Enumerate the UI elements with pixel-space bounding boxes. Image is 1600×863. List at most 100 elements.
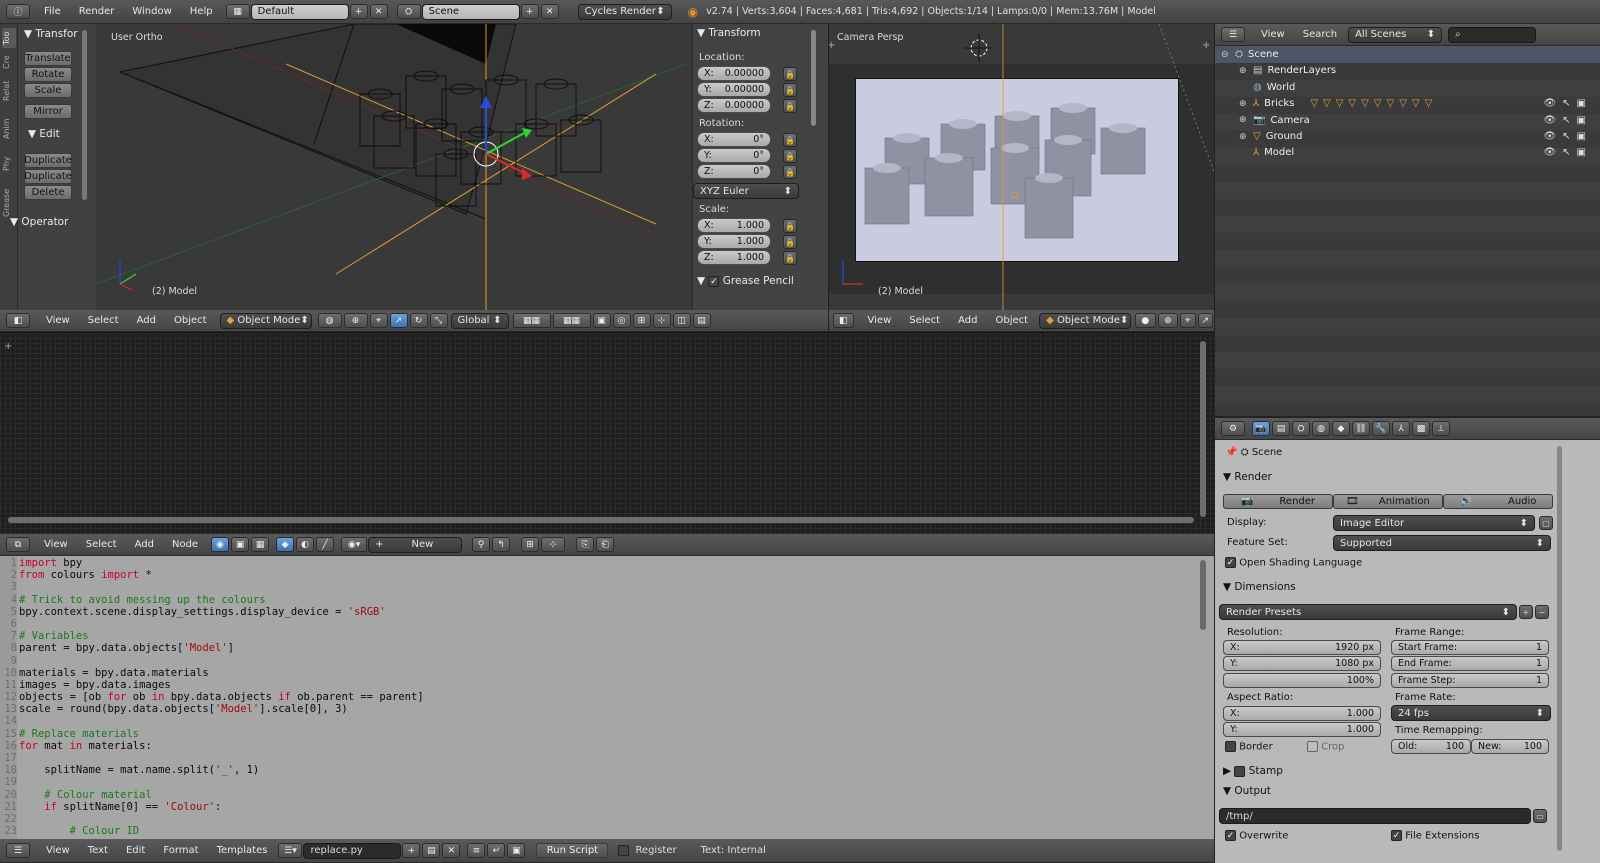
- render-toggle-icon[interactable]: ▣: [1577, 131, 1586, 142]
- code-line[interactable]: 15 # Replace materials: [0, 728, 1195, 740]
- layers-icon[interactable]: ▦▦: [512, 313, 551, 328]
- view-menu[interactable]: View: [35, 539, 77, 550]
- display-mode-dropdown[interactable]: All Scenes ⬍: [1348, 26, 1443, 43]
- time-remap-new-field[interactable]: New: 100: [1471, 739, 1549, 754]
- location-z-field[interactable]: Z: 0.00000: [697, 98, 771, 113]
- syntax-highlight-toggle-icon[interactable]: ▣: [507, 843, 526, 858]
- stamp-checkbox[interactable]: [1234, 765, 1246, 777]
- copy-nodes-icon[interactable]: ⎘: [576, 537, 595, 552]
- texture-context-icon[interactable]: ▩: [1412, 421, 1430, 436]
- pivot-point-icon[interactable]: ⊕: [1157, 313, 1179, 328]
- node-editor-hscrollbar[interactable]: [8, 517, 1194, 523]
- aspect-y-field[interactable]: Y: 1.000: [1223, 722, 1381, 737]
- tab-animation[interactable]: Anim: [2, 114, 16, 144]
- code-line[interactable]: 13 scale = round(bpy.data.objects['Model'…: [0, 703, 1195, 715]
- object-menu[interactable]: Object: [986, 315, 1037, 326]
- file-extensions-row[interactable]: ✓ File Extensions: [1391, 830, 1479, 842]
- code-line[interactable]: 10 materials = bpy.data.materials: [0, 667, 1195, 679]
- register-checkbox[interactable]: [618, 845, 630, 856]
- lock-icon[interactable]: 🔒: [783, 251, 797, 265]
- code-line[interactable]: 8 parent = bpy.data.objects['Model']: [0, 642, 1195, 654]
- expand-toggle-icon[interactable]: ⊕: [1239, 99, 1251, 109]
- code-line[interactable]: 16 for mat in materials:: [0, 740, 1195, 752]
- world-shader-icon[interactable]: ◐: [296, 537, 315, 552]
- eye-icon[interactable]: 👁: [1543, 147, 1556, 158]
- code-line[interactable]: 12 objects = [ob for ob in bpy.data.objec…: [0, 691, 1195, 703]
- scale-y-field[interactable]: Y: 1.000: [697, 234, 771, 249]
- n-panel-scrollbar[interactable]: [811, 30, 816, 126]
- outliner-item[interactable]: ◍ World: [1215, 79, 1600, 96]
- area-split-plus-icon-right[interactable]: +: [1202, 40, 1210, 51]
- file-extensions-checkbox[interactable]: ✓: [1391, 830, 1402, 841]
- tab-physics[interactable]: Phy: [2, 149, 16, 179]
- world-context-icon[interactable]: ◍: [1312, 421, 1330, 436]
- physics-context-icon[interactable]: ⟂: [1432, 421, 1450, 436]
- snap-element-icon[interactable]: ⊹: [541, 537, 566, 552]
- viewport-shading-icon[interactable]: ◍: [317, 313, 342, 328]
- text-filename-field[interactable]: replace.py: [303, 842, 402, 859]
- text-editor-scrollbar[interactable]: [1200, 560, 1206, 630]
- animation-button[interactable]: 🎞 Animation: [1333, 494, 1443, 509]
- search-menu[interactable]: Search: [1294, 29, 1346, 40]
- grease-pencil-checkbox[interactable]: ✓: [708, 275, 720, 287]
- tab-create[interactable]: Cre: [2, 51, 16, 73]
- modifiers-context-icon[interactable]: 🔧: [1372, 421, 1390, 436]
- proportional-edit-icon[interactable]: ◎: [612, 313, 631, 328]
- outliner-search-input[interactable]: ⌕: [1448, 26, 1537, 43]
- transform-orientation-dropdown[interactable]: Global ⬍: [450, 312, 509, 329]
- location-x-field[interactable]: X: 0.00000: [697, 66, 771, 81]
- remove-preset-icon[interactable]: −: [1535, 605, 1549, 619]
- select-menu[interactable]: Select: [900, 315, 949, 326]
- pin-icon[interactable]: ⚲: [472, 537, 491, 552]
- area-split-plus-icon[interactable]: +: [4, 341, 12, 352]
- scene-field[interactable]: Scene: [421, 3, 520, 20]
- scale-manipulator-icon[interactable]: ⤡: [429, 313, 448, 328]
- lock-icon[interactable]: 🔒: [783, 149, 797, 163]
- code-line[interactable]: 23 # Colour ID: [0, 825, 1195, 837]
- rotation-x-field[interactable]: X: 0°: [697, 132, 771, 147]
- area-split-plus-icon[interactable]: +: [829, 40, 835, 51]
- object-mode-dropdown[interactable]: ◆ Object Mode ⬍: [219, 312, 312, 329]
- outliner[interactable]: ⊖ ⛭ Scene ⊕ ▤ RenderLayers ◍ World ⊕ ⅄ Bricks ▽▽▽▽▽…: [1214, 46, 1600, 418]
- edit-panel-header[interactable]: ▼ Edit: [28, 128, 60, 140]
- outliner-item[interactable]: ⊕ 📷 Camera 👁 ↖ ▣: [1215, 112, 1600, 129]
- border-checkbox[interactable]: [1225, 741, 1236, 752]
- code-line[interactable]: 3: [0, 581, 1195, 593]
- time-remap-old-field[interactable]: Old: 100: [1391, 739, 1471, 754]
- scene-icon[interactable]: ⛭: [396, 4, 421, 19]
- eye-icon[interactable]: 👁: [1543, 131, 1556, 142]
- code-line[interactable]: 11 images = bpy.data.images: [0, 679, 1195, 691]
- render-still-icon[interactable]: ◫: [672, 313, 691, 328]
- code-line[interactable]: 22: [0, 813, 1195, 825]
- translate-button[interactable]: Translate: [24, 51, 72, 66]
- scale-button[interactable]: Scale: [24, 83, 72, 98]
- menu-file[interactable]: File: [35, 6, 70, 17]
- duplicate-linked-button[interactable]: Duplicate: [24, 169, 72, 184]
- code-line[interactable]: 5 bpy.context.scene.display_settings.disp…: [0, 606, 1195, 618]
- rotation-mode-dropdown[interactable]: XYZ Euler ⬍: [693, 183, 799, 199]
- new-material-button[interactable]: + New: [368, 536, 463, 553]
- linestyle-shader-icon[interactable]: ╱: [316, 537, 335, 552]
- node-menu[interactable]: Node: [163, 539, 207, 550]
- render-toggle-icon[interactable]: ▣: [1577, 98, 1586, 109]
- outliner-item[interactable]: ⊖ ⛭ Scene: [1215, 46, 1600, 63]
- menu-help[interactable]: Help: [181, 6, 222, 17]
- aspect-x-field[interactable]: X: 1.000: [1223, 706, 1381, 721]
- lock-icon[interactable]: 🔒: [783, 67, 797, 81]
- outliner-item[interactable]: ⊕ ▽ Ground 👁 ↖ ▣: [1215, 128, 1600, 145]
- output-path-field[interactable]: /tmp/: [1219, 808, 1531, 824]
- code-line[interactable]: 19: [0, 776, 1195, 788]
- outliner-item[interactable]: ⊕ ⅄ Bricks ▽▽▽▽▽▽▽▽▽▽ 👁 ↖ ▣: [1215, 95, 1600, 112]
- info-editor-type-icon[interactable]: ⓘ: [6, 4, 30, 19]
- add-menu[interactable]: Add: [949, 315, 986, 326]
- view-menu[interactable]: View: [37, 845, 79, 856]
- display-extra-icon[interactable]: ▢: [1539, 516, 1553, 530]
- frame-step-field[interactable]: Frame Step: 1: [1391, 673, 1549, 688]
- menu-render[interactable]: Render: [70, 6, 124, 17]
- code-line[interactable]: 18 splitName = mat.name.split('_', 1): [0, 764, 1195, 776]
- viewport-left-scene[interactable]: [96, 24, 692, 310]
- start-frame-field[interactable]: Start Frame: 1: [1391, 640, 1549, 655]
- screen-layout-icon[interactable]: ▦: [225, 4, 250, 19]
- resolution-x-field[interactable]: X: 1920 px: [1223, 640, 1381, 655]
- snap-icon[interactable]: ⊞: [632, 313, 651, 328]
